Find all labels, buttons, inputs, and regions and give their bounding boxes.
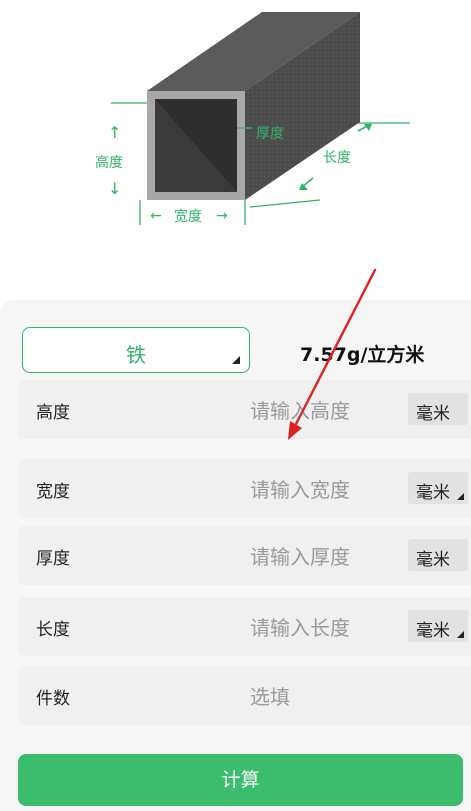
- material-selected-value: 铁: [126, 343, 146, 367]
- thickness-row: 厚度 请输入厚度 毫米: [18, 526, 471, 585]
- height-row: 高度 请输入高度 毫米: [18, 380, 471, 439]
- length-unit-select[interactable]: 毫米: [408, 610, 468, 642]
- height-unit-badge: 毫米: [408, 393, 468, 425]
- width-label: 宽度: [174, 208, 202, 225]
- height-up-arrow-icon: ↑: [108, 123, 121, 142]
- width-field-label: 宽度: [36, 482, 70, 502]
- height-field-label: 高度: [36, 403, 70, 423]
- thickness-label: 厚度: [256, 126, 284, 142]
- dropdown-corner-icon: [457, 631, 464, 638]
- thickness-unit-label: 毫米: [416, 550, 450, 570]
- calculate-button[interactable]: 计算: [18, 754, 463, 806]
- tube-diagram: 厚度 ↑ 高度 ↓ ← 宽度 → 长度: [0, 0, 471, 260]
- density-value: 7.57g/立方米: [300, 344, 425, 366]
- width-right-arrow-icon: →: [216, 208, 228, 224]
- thickness-field-label: 厚度: [36, 549, 70, 569]
- thickness-input[interactable]: 请输入厚度: [250, 541, 420, 570]
- width-unit-label: 毫米: [416, 483, 450, 503]
- dropdown-corner-icon: [457, 493, 464, 500]
- length-input[interactable]: 请输入长度: [250, 612, 420, 641]
- height-unit-label: 毫米: [416, 404, 450, 424]
- length-label: 长度: [323, 150, 351, 166]
- length-row: 长度 请输入长度 毫米: [18, 597, 471, 656]
- material-select[interactable]: 铁: [22, 327, 250, 373]
- width-unit-select[interactable]: 毫米: [408, 472, 468, 504]
- quantity-field-label: 件数: [36, 689, 70, 709]
- length-field-label: 长度: [36, 620, 70, 640]
- dropdown-corner-icon: [232, 356, 240, 364]
- width-row: 宽度 请输入宽度 毫米: [18, 459, 471, 518]
- height-label: 高度: [95, 154, 123, 171]
- square-tube-calculator: 厚度 ↑ 高度 ↓ ← 宽度 → 长度 铁 7.57g/立方米 高度 请输入高度…: [0, 0, 471, 811]
- quantity-row: 件数 选填: [18, 666, 471, 725]
- length-unit-label: 毫米: [416, 621, 450, 641]
- width-input[interactable]: 请输入宽度: [250, 474, 420, 503]
- width-left-arrow-icon: ←: [150, 208, 162, 224]
- thickness-unit-badge: 毫米: [408, 539, 468, 571]
- quantity-input[interactable]: 选填: [250, 681, 420, 710]
- tube-illustration: 厚度 ↑ 高度 ↓ ← 宽度 → 长度: [95, 12, 410, 225]
- height-input[interactable]: 请输入高度: [250, 395, 420, 424]
- height-down-arrow-icon: ↓: [108, 179, 121, 198]
